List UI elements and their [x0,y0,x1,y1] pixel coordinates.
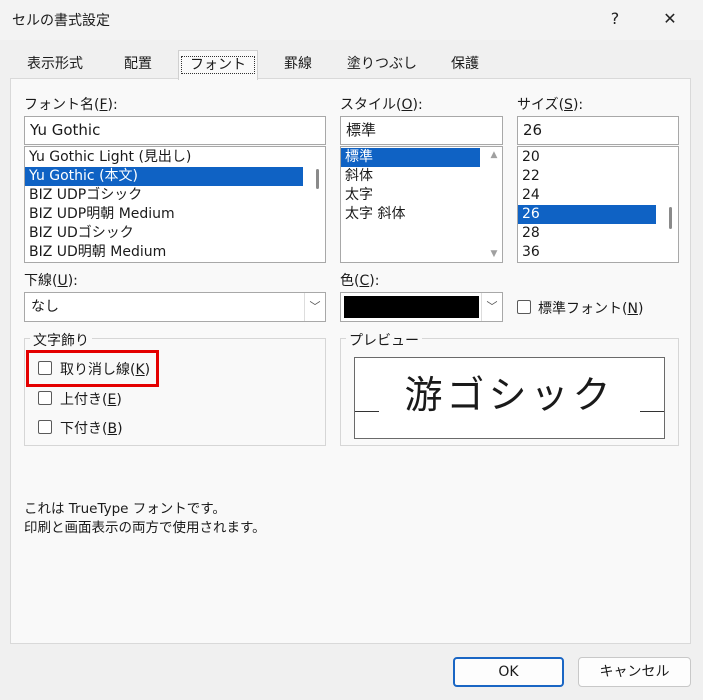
list-item-selected[interactable]: 標準 [341,148,480,167]
chevron-down-icon: ﹀ [481,293,502,321]
subscript-checkbox[interactable] [38,420,52,434]
size-input[interactable]: 26 [517,116,679,145]
info-line-1: これは TrueType フォントです。 [24,501,226,517]
font-name-list[interactable]: Yu Gothic Light (見出し) Yu Gothic (本文) BIZ… [24,146,326,263]
list-item[interactable]: 22 [518,167,678,186]
color-label: 色(C): [340,273,380,289]
scroll-down-icon[interactable]: ▼ [486,249,502,259]
list-item[interactable]: 36 [518,243,678,262]
preview-sample-text: 游ゴシック [404,373,615,417]
list-item[interactable]: 24 [518,186,678,205]
list-item[interactable]: 28 [518,224,678,243]
underline-value: なし [31,299,59,315]
preview-box: 游ゴシック [354,357,665,439]
close-button[interactable]: ✕ [650,4,690,34]
window-title: セルの書式設定 [12,13,110,29]
strikethrough-label[interactable]: 取り消し線(K) [60,359,150,379]
normal-font-checkbox[interactable] [517,300,531,314]
scroll-thumb[interactable] [669,207,672,229]
tab-number-format[interactable]: 表示形式 [12,50,98,79]
list-item[interactable]: BIZ UDP明朝 Medium [25,205,325,224]
tab-font[interactable]: フォント [178,50,258,80]
superscript-checkbox[interactable] [38,391,52,405]
superscript-label[interactable]: 上付き(E) [60,389,122,409]
size-list-scrollbar[interactable] [662,147,678,262]
ok-button[interactable]: OK [453,657,564,687]
font-name-input[interactable]: Yu Gothic [24,116,326,145]
tab-fill[interactable]: 塗りつぶし [338,50,426,79]
color-dropdown[interactable]: ﹀ [340,292,503,322]
list-item-selected[interactable]: Yu Gothic (本文) [25,167,303,186]
preview-group-title: プレビュー [346,330,422,350]
list-item[interactable]: 20 [518,148,678,167]
size-label: サイズ(S): [517,97,584,113]
tab-alignment[interactable]: 配置 [98,50,178,79]
scroll-thumb[interactable] [316,169,319,189]
list-item[interactable]: BIZ UD明朝 Medium [25,243,325,262]
tab-font-label: フォント [181,56,255,74]
tab-border[interactable]: 罫線 [258,50,338,79]
font-list-scrollbar[interactable] [309,147,325,262]
help-button[interactable]: ? [595,4,635,34]
style-list[interactable]: 標準 斜体 太字 太字 斜体 ▲ ▼ [340,146,503,263]
scroll-up-icon[interactable]: ▲ [486,150,502,160]
strikethrough-checkbox[interactable] [38,361,52,375]
list-item-selected[interactable]: 26 [518,205,656,224]
underline-dropdown[interactable]: なし ﹀ [24,292,326,322]
list-item[interactable]: BIZ UDゴシック [25,224,325,243]
tab-protection[interactable]: 保護 [426,50,504,79]
list-item[interactable]: 太字 [341,186,502,205]
style-label: スタイル(O): [340,97,423,113]
normal-font-label[interactable]: 標準フォント(N) [538,298,643,318]
effects-group-title: 文字飾り [30,330,92,350]
list-item[interactable]: Yu Gothic Light (見出し) [25,148,325,167]
list-item[interactable]: 太字 斜体 [341,205,502,224]
info-line-2: 印刷と画面表示の両方で使用されます。 [24,520,266,536]
cancel-button[interactable]: キャンセル [578,657,691,687]
list-item[interactable]: 斜体 [341,167,502,186]
close-icon: ✕ [663,9,677,28]
subscript-label[interactable]: 下付き(B) [60,418,123,438]
style-input[interactable]: 標準 [340,116,503,145]
list-item[interactable]: BIZ UDPゴシック [25,186,325,205]
style-list-scrollbar[interactable]: ▲ ▼ [486,147,502,262]
underline-label: 下線(U): [24,273,78,289]
size-list[interactable]: 20 22 24 26 28 36 [517,146,679,263]
font-name-label: フォント名(F): [24,97,118,113]
color-swatch [344,296,479,318]
chevron-down-icon: ﹀ [304,293,325,321]
